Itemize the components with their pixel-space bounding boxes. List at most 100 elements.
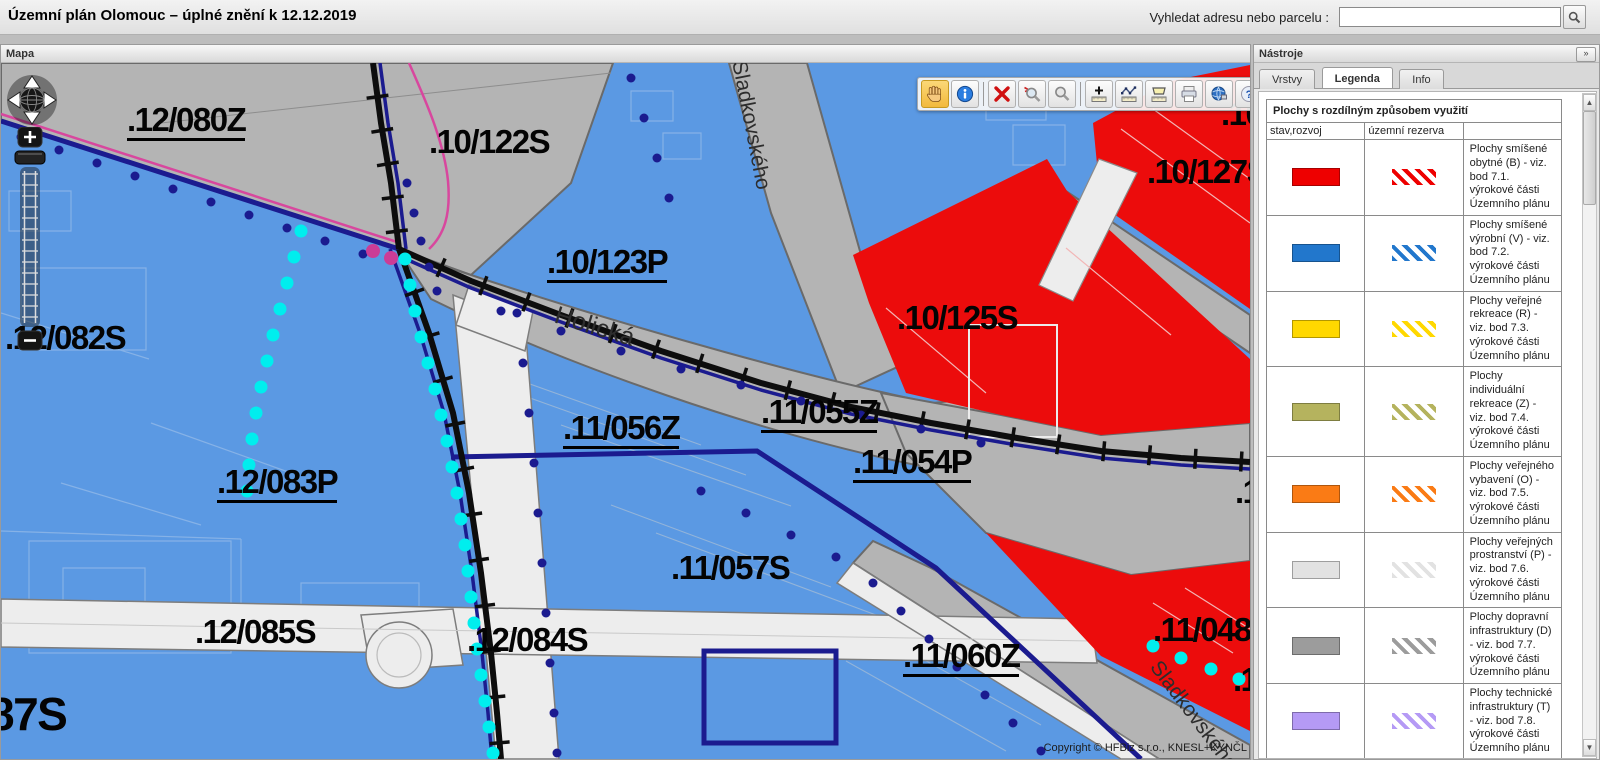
scroll-up-arrow-icon[interactable]: ▲ bbox=[1583, 94, 1596, 111]
identify-button[interactable] bbox=[951, 80, 979, 108]
tools-panel-title: Nástroje bbox=[1254, 45, 1599, 63]
navy-dot bbox=[546, 659, 555, 668]
cyan-dot bbox=[246, 433, 259, 446]
cyan-dot bbox=[451, 487, 464, 500]
map-viewport[interactable]: .12/080Z.10/122S.10/123P.12/082S.11/056Z… bbox=[1, 63, 1250, 759]
toolbar-separator bbox=[1080, 82, 1081, 106]
print-button[interactable] bbox=[1175, 80, 1203, 108]
clear-selection-button[interactable] bbox=[988, 80, 1016, 108]
navy-dot bbox=[403, 179, 412, 188]
globe-icon bbox=[1209, 84, 1229, 104]
navy-dot bbox=[245, 211, 254, 220]
navy-dot bbox=[665, 194, 674, 203]
cyan-dot bbox=[441, 435, 454, 448]
search-button[interactable] bbox=[1563, 5, 1586, 29]
map-canvas[interactable] bbox=[1, 63, 1250, 759]
navy-dot bbox=[93, 159, 102, 168]
cyan-dot bbox=[471, 643, 484, 656]
cyan-dot bbox=[479, 695, 492, 708]
navy-dot bbox=[283, 224, 292, 233]
cyan-dot bbox=[483, 721, 496, 734]
tools-tabs: Vrstvy Legenda Info bbox=[1254, 63, 1599, 89]
navy-dot bbox=[832, 553, 841, 562]
measure-area-button[interactable] bbox=[1145, 80, 1173, 108]
legend-col-desc bbox=[1463, 123, 1561, 140]
zoom-previous-button[interactable] bbox=[1048, 80, 1076, 108]
navy-dot bbox=[55, 146, 64, 155]
close-x-icon bbox=[992, 84, 1012, 104]
reserve-hatch-swatch bbox=[1392, 404, 1436, 420]
legend-scrollbar[interactable]: ▲ ▼ bbox=[1582, 93, 1597, 757]
cyan-dot bbox=[435, 409, 448, 422]
page-title: Územní plán Olomouc – úplné znění k 12.1… bbox=[8, 7, 356, 24]
navy-dot bbox=[981, 691, 990, 700]
navy-dot bbox=[538, 559, 547, 568]
reserve-hatch-swatch bbox=[1392, 169, 1436, 185]
navy-dot bbox=[550, 709, 559, 718]
cyan-dot bbox=[455, 513, 468, 526]
navy-dot bbox=[169, 185, 178, 194]
search-area: Vyhledat adresu nebo parcelu : bbox=[1150, 5, 1586, 29]
measure-point-button[interactable] bbox=[1085, 80, 1113, 108]
compass-control[interactable] bbox=[3, 71, 61, 129]
legend-col-stav: stav,rozvoj bbox=[1267, 123, 1365, 140]
navy-dot bbox=[207, 198, 216, 207]
cyan-dot bbox=[281, 277, 294, 290]
map-panel-title: Mapa bbox=[1, 45, 1250, 63]
cyan-dot bbox=[446, 461, 459, 474]
navy-dot bbox=[519, 359, 528, 368]
tab-info[interactable]: Info bbox=[1399, 69, 1443, 89]
cyan-dot bbox=[288, 251, 301, 264]
navy-dot bbox=[742, 509, 751, 518]
scrollbar-thumb[interactable] bbox=[1583, 111, 1596, 205]
cyan-dot bbox=[462, 565, 475, 578]
legend-desc: Plochy smíšené obytné (B) - viz. bod 7.1… bbox=[1463, 140, 1561, 216]
legend-col-rezerva: územní rezerva bbox=[1365, 123, 1463, 140]
cyan-dot bbox=[459, 539, 472, 552]
reserve-hatch-swatch bbox=[1392, 486, 1436, 502]
legend-row: Plochy individuální rekreace (Z) - viz. … bbox=[1267, 367, 1562, 457]
status-swatch bbox=[1292, 244, 1340, 262]
tab-legenda[interactable]: Legenda bbox=[1322, 67, 1393, 88]
status-swatch bbox=[1292, 637, 1340, 655]
status-swatch bbox=[1292, 561, 1340, 579]
zoom-selection-button[interactable] bbox=[1018, 80, 1046, 108]
pan-button[interactable] bbox=[921, 80, 949, 108]
navy-dot bbox=[617, 347, 626, 356]
navy-dot bbox=[640, 114, 649, 123]
hand-icon bbox=[925, 84, 945, 104]
navy-dot bbox=[797, 397, 806, 406]
navy-dot bbox=[627, 74, 636, 83]
cyan-dot bbox=[475, 669, 488, 682]
overview-button[interactable] bbox=[1205, 80, 1233, 108]
measure-line-button[interactable] bbox=[1115, 80, 1143, 108]
cyan-dot bbox=[261, 355, 274, 368]
cyan-dot bbox=[274, 303, 287, 316]
scroll-down-arrow-icon[interactable]: ▼ bbox=[1583, 739, 1596, 756]
collapse-panel-button[interactable]: » bbox=[1576, 47, 1596, 62]
zoom-slider-track[interactable] bbox=[20, 167, 40, 327]
zoom-slider-handle[interactable] bbox=[15, 151, 45, 164]
magnifier-icon bbox=[1052, 84, 1072, 104]
tab-vrstvy[interactable]: Vrstvy bbox=[1259, 69, 1315, 89]
search-input[interactable] bbox=[1339, 7, 1561, 27]
legend-content: Plochy s rozdílným způsobem využití stav… bbox=[1258, 91, 1597, 759]
status-swatch bbox=[1292, 712, 1340, 730]
tools-panel: Nástroje » Vrstvy Legenda Info Plochy s … bbox=[1253, 44, 1600, 760]
legend-desc: Plochy veřejného vybavení (O) - viz. bod… bbox=[1463, 456, 1561, 532]
status-swatch bbox=[1292, 485, 1340, 503]
navy-dot bbox=[857, 411, 866, 420]
question-icon: ? bbox=[1239, 84, 1250, 104]
app-header: Územní plán Olomouc – úplné znění k 12.1… bbox=[0, 0, 1600, 35]
cyan-dot bbox=[255, 381, 268, 394]
status-swatch bbox=[1292, 320, 1340, 338]
legend-table: Plochy s rozdílným způsobem využití stav… bbox=[1266, 99, 1562, 759]
reserve-hatch-swatch bbox=[1392, 245, 1436, 261]
zoom-slider[interactable] bbox=[13, 127, 49, 353]
legend-row: Plochy dopravní infrastruktury (D) - viz… bbox=[1267, 608, 1562, 684]
magenta-dot bbox=[384, 251, 398, 265]
cyan-dot bbox=[243, 459, 256, 472]
status-swatch bbox=[1292, 168, 1340, 186]
navy-dot bbox=[925, 635, 934, 644]
help-button[interactable]: ? bbox=[1235, 80, 1250, 108]
